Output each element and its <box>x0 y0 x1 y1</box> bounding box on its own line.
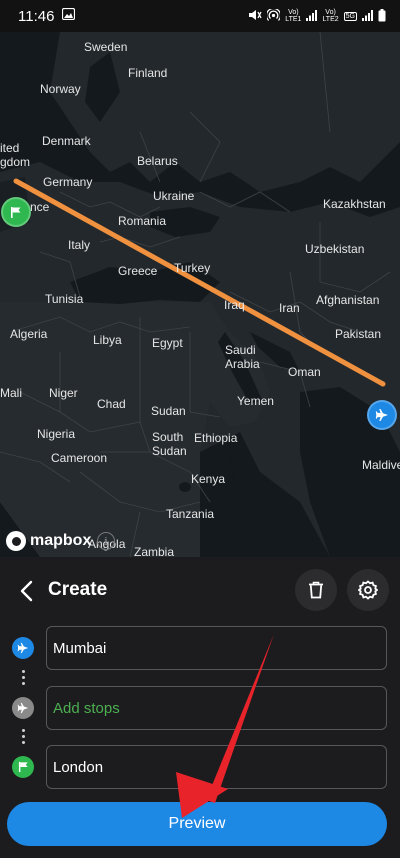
signal-1-icon <box>306 9 318 23</box>
map-label-tunisia: Tunisia <box>45 292 84 306</box>
origin-input[interactable]: Mumbai <box>46 626 387 670</box>
map-label-nigeria: Nigeria <box>37 427 76 441</box>
map-label-finland: Finland <box>128 66 168 80</box>
map-label-south-sudan: South Sudan <box>152 430 187 458</box>
network-5g-badge: 5G <box>343 11 357 21</box>
map-label-zambia: Zambia <box>134 545 175 557</box>
airplane-icon <box>375 409 388 421</box>
map-label-norway: Norway <box>40 82 81 96</box>
map-label-turkey: Turkey <box>174 261 211 275</box>
add-stops-input[interactable]: Add stops <box>46 686 387 730</box>
settings-button[interactable] <box>347 569 389 611</box>
flag-icon <box>11 206 21 218</box>
map-label-ukraine: Ukraine <box>153 189 195 203</box>
map-label-ethiopia: Ethiopia <box>194 431 238 445</box>
map-label-yemen: Yemen <box>237 394 274 408</box>
signal-2-icon <box>362 9 373 23</box>
trash-icon <box>309 581 323 599</box>
map-label-pakistan: Pakistan <box>335 327 382 341</box>
panel-header: Create <box>0 569 400 613</box>
end-plane-marker[interactable] <box>367 400 397 430</box>
preview-button[interactable]: Preview <box>7 802 387 846</box>
page-title: Create <box>48 579 108 600</box>
route-connector-dots <box>21 729 25 744</box>
destination-input[interactable]: London <box>46 745 387 789</box>
origin-plane-icon <box>12 637 34 659</box>
map-label-chad: Chad <box>97 397 126 411</box>
lte2-label: Vo) LTE2 <box>322 9 339 23</box>
map-label-tanzania: Tanzania <box>166 507 215 521</box>
map-label-sudan: Sudan <box>151 404 186 418</box>
route-editor-panel: Create Mumbai Add stops London Preview <box>0 557 400 858</box>
map-label-kazakhstan: Kazakhstan <box>323 197 386 211</box>
map-view[interactable]: Sweden Finland Norway ited gdom Denmark … <box>0 32 400 557</box>
gallery-notification-icon <box>62 7 76 25</box>
back-button[interactable] <box>10 571 42 611</box>
map-label-denmark: Denmark <box>42 134 91 148</box>
map-label-maldives: Maldive <box>362 458 400 472</box>
map-label-germany: Germany <box>43 175 93 189</box>
map-label-oman: Oman <box>288 365 321 379</box>
route-connector-dots <box>21 670 25 685</box>
map-label-belarus: Belarus <box>137 154 178 168</box>
hotspot-icon <box>266 7 282 24</box>
map-label-iraq: Iraq <box>224 298 245 312</box>
lte1-label: Vo) LTE1 <box>285 9 302 23</box>
gear-icon <box>358 580 378 600</box>
map-label-libya: Libya <box>93 333 122 347</box>
map-label-kenya: Kenya <box>191 472 226 486</box>
mapbox-logo-icon <box>6 531 26 551</box>
map-label-mali: Mali <box>0 386 23 400</box>
destination-flag-icon <box>12 756 34 778</box>
map-label-iran: Iran <box>279 301 300 315</box>
map-label-united-kingdom: ited gdom <box>0 141 31 169</box>
map-label-romania: Romania <box>118 214 167 228</box>
map-label-italy: Italy <box>68 238 91 252</box>
status-bar: 11:46 Vo) LTE1 Vo) LTE2 5G <box>0 0 400 32</box>
stops-plane-icon <box>12 697 34 719</box>
map-label-egypt: Egypt <box>152 336 183 350</box>
map-label-niger: Niger <box>49 386 78 400</box>
status-time: 11:46 <box>18 7 55 25</box>
map-label-sweden: Sweden <box>84 40 128 54</box>
mute-icon <box>248 9 262 23</box>
map-label-algeria: Algeria <box>10 327 48 341</box>
mapbox-logo-text: mapbox <box>30 532 92 549</box>
chevron-left-icon <box>20 580 33 602</box>
map-label-greece: Greece <box>118 264 158 278</box>
mapbox-attribution-logo: mapbox <box>6 531 91 551</box>
start-flag-marker[interactable] <box>1 197 31 227</box>
delete-button[interactable] <box>295 569 337 611</box>
battery-icon <box>378 8 386 24</box>
map-label-saudi-arabia: Saudi Arabia <box>225 343 260 371</box>
map-label-afghanistan: Afghanistan <box>316 293 380 307</box>
attribution-info-icon[interactable]: i <box>97 532 115 550</box>
map-label-uzbekistan: Uzbekistan <box>305 242 365 256</box>
map-label-cameroon: Cameroon <box>51 451 108 465</box>
